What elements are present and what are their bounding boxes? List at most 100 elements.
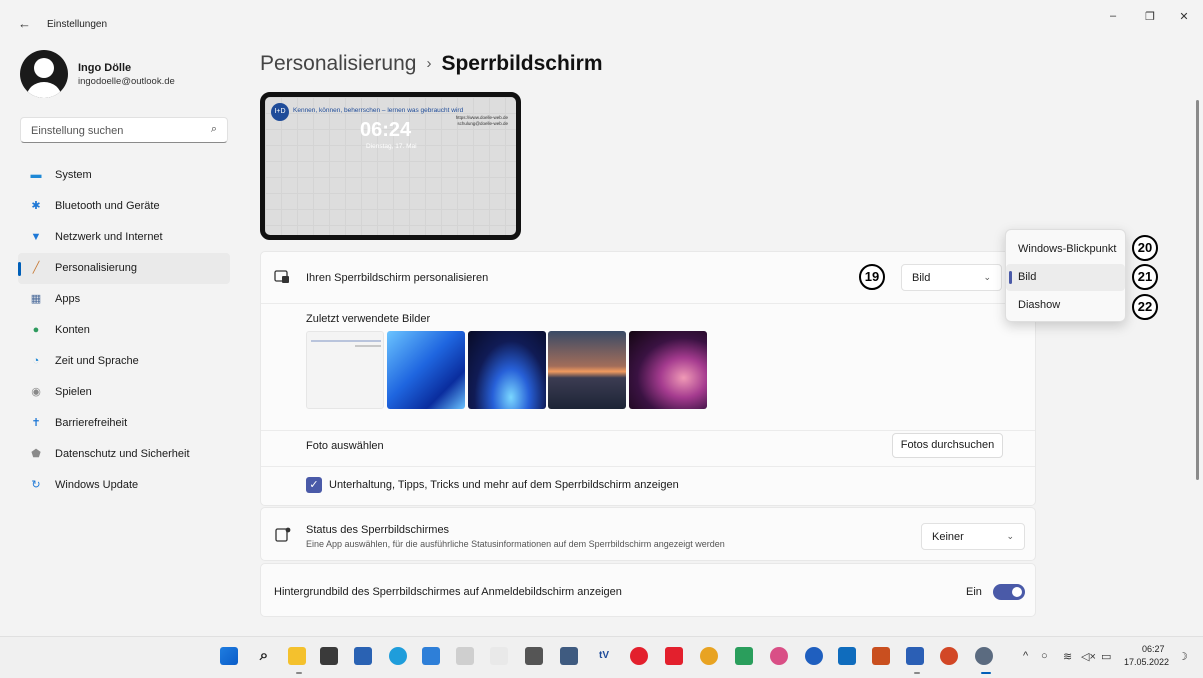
- preview-time: 06:24: [360, 119, 412, 141]
- vodafone-icon[interactable]: [630, 647, 648, 665]
- sidebar-item-spielen[interactable]: ◉ Spielen: [18, 377, 230, 408]
- menu-item-windows-spotlight[interactable]: Windows-Blickpunkt: [1006, 236, 1125, 263]
- search-input[interactable]: Einstellung suchen ⌕: [20, 117, 228, 143]
- personalize-dropdown-menu: Windows-Blickpunkt Bild Diashow: [1005, 229, 1126, 322]
- lockscreen-icon: [274, 270, 289, 283]
- user-email: ingodoelle@outlook.de: [78, 76, 175, 87]
- sidebar-nav: ▬ System ✱ Bluetooth und Geräte ▼ Netzwerk un…: [18, 160, 230, 501]
- maximize-button[interactable]: ❐: [1140, 10, 1160, 23]
- sidebar-item-netzwerk-und-internet[interactable]: ▼ Netzwerk und Internet: [18, 222, 230, 253]
- toggle-state-label: Ein: [966, 586, 982, 598]
- chevron-down-icon: ⌄: [1006, 531, 1014, 541]
- sidebar-item-label: System: [55, 169, 92, 181]
- back-arrow-icon[interactable]: ←: [18, 16, 31, 31]
- start-icon[interactable]: [220, 647, 238, 665]
- tv-app-icon[interactable]: tV: [595, 647, 613, 665]
- page-title: Sperrbildschirm: [441, 52, 603, 75]
- app-icon-blue[interactable]: [805, 647, 823, 665]
- sidebar-item-personalisierung[interactable]: ╱ Personalisierung: [18, 253, 230, 284]
- bluetooth-icon: ✱: [31, 200, 41, 212]
- brand-logo-icon: I+D: [271, 103, 289, 121]
- lockscreen-preview: I+D Kennen, können, beherrschen – lernen…: [260, 92, 521, 240]
- personalize-dropdown[interactable]: Bild ⌄: [901, 264, 1002, 291]
- update-icon: ↻: [31, 479, 41, 491]
- app-icon-colorful[interactable]: [872, 647, 890, 665]
- volume-icon[interactable]: ◁×: [1081, 650, 1096, 663]
- file-explorer-icon[interactable]: [288, 647, 306, 665]
- menu-item-picture[interactable]: Bild: [1006, 264, 1125, 291]
- wifi-icon: ▼: [30, 231, 42, 243]
- notification-icon[interactable]: ☽: [1178, 650, 1188, 663]
- word-icon[interactable]: [906, 647, 924, 665]
- tray-overflow-icon[interactable]: ^: [1023, 650, 1028, 662]
- person-icon: ●: [32, 324, 40, 336]
- globe-clock-icon: ◔: [32, 355, 40, 367]
- callout-21: 21: [1132, 264, 1158, 290]
- breadcrumb-parent[interactable]: Personalisierung: [260, 52, 416, 75]
- tray-status-icon[interactable]: ○: [1041, 650, 1048, 662]
- callout-20: 20: [1132, 235, 1158, 261]
- sidebar-item-bluetooth-und-geräte[interactable]: ✱ Bluetooth und Geräte: [18, 191, 230, 222]
- sidebar-item-datenschutz-und-sicherheit[interactable]: ⬟ Datenschutz und Sicherheit: [18, 439, 230, 470]
- avatar[interactable]: [20, 50, 68, 98]
- preview-slogan: Kennen, können, beherrschen – lernen was…: [293, 107, 464, 114]
- sparkasse-icon[interactable]: [665, 647, 683, 665]
- status-app-icon: [275, 527, 291, 542]
- pen-tool-icon[interactable]: [490, 647, 508, 665]
- remote-app-icon[interactable]: [354, 647, 372, 665]
- image-viewer-icon[interactable]: [525, 647, 543, 665]
- sidebar-item-barrierefreiheit[interactable]: ✝ Barrierefreiheit: [18, 408, 230, 439]
- wifi-icon[interactable]: ≋: [1063, 650, 1072, 663]
- tips-checkbox-label: Unterhaltung, Tipps, Tricks und mehr auf…: [329, 479, 679, 491]
- sidebar-item-windows-update[interactable]: ↻ Windows Update: [18, 470, 230, 501]
- tips-checkbox[interactable]: ✓: [306, 477, 322, 493]
- status-title: Status des Sperrbildschirmes: [306, 524, 450, 536]
- outlook-icon[interactable]: [838, 647, 856, 665]
- sidebar-item-label: Spielen: [55, 386, 92, 398]
- shield-icon: ⬟: [31, 448, 41, 460]
- edge-icon[interactable]: [389, 647, 407, 665]
- recent-image-3[interactable]: [468, 331, 546, 409]
- calculator-icon[interactable]: [560, 647, 578, 665]
- choose-photo-label: Foto auswählen: [306, 440, 384, 452]
- signin-background-toggle[interactable]: [993, 584, 1025, 600]
- sidebar-item-system[interactable]: ▬ System: [18, 160, 230, 191]
- minimize-button[interactable]: –: [1103, 10, 1123, 22]
- chrome-icon[interactable]: [700, 647, 718, 665]
- clock-time[interactable]: 06:27: [1142, 644, 1165, 654]
- close-button[interactable]: ✕: [1174, 10, 1194, 23]
- status-dropdown[interactable]: Keiner ⌄: [921, 523, 1025, 550]
- search-placeholder: Einstellung suchen: [31, 125, 124, 137]
- personalize-label: Ihren Sperrbildschirm personalisieren: [306, 272, 489, 284]
- callout-19: 19: [859, 264, 885, 290]
- app-icon-generic[interactable]: [456, 647, 474, 665]
- search-icon[interactable]: ⌕: [255, 647, 273, 665]
- browse-photos-button[interactable]: Fotos durchsuchen: [892, 433, 1003, 458]
- sidebar-item-zeit-und-sprache[interactable]: ◔ Zeit und Sprache: [18, 346, 230, 377]
- powerpoint-icon[interactable]: [940, 647, 958, 665]
- chevron-down-icon: ⌄: [983, 272, 991, 282]
- terminal-icon[interactable]: [320, 647, 338, 665]
- apps-icon: ▦: [30, 293, 42, 305]
- recent-image-4[interactable]: [548, 331, 626, 409]
- sidebar-item-apps[interactable]: ▦ Apps: [18, 284, 230, 315]
- photos-icon[interactable]: [422, 647, 440, 665]
- settings-gear-icon[interactable]: [975, 647, 993, 665]
- signin-background-label: Hintergrundbild des Sperrbildschirmes au…: [274, 586, 622, 598]
- scrollbar[interactable]: [1196, 100, 1199, 480]
- sidebar-item-label: Windows Update: [55, 479, 139, 491]
- recent-image-2[interactable]: [387, 331, 465, 409]
- active-indicator: [18, 262, 21, 276]
- recent-image-5[interactable]: [629, 331, 707, 409]
- sidebar-item-label: Konten: [55, 324, 90, 336]
- sidebar-item-konten[interactable]: ● Konten: [18, 315, 230, 346]
- battery-icon[interactable]: ▭: [1101, 650, 1111, 663]
- app-icon-green[interactable]: [735, 647, 753, 665]
- clock-date[interactable]: 17.05.2022: [1124, 657, 1169, 667]
- preview-date: Dienstag, 17. Mai: [366, 143, 417, 150]
- recent-image-1[interactable]: [306, 331, 384, 409]
- title-bar: ← Einstellungen – ❐ ✕: [0, 0, 1203, 40]
- brush-icon: ╱: [32, 262, 40, 274]
- app-icon-pink[interactable]: [770, 647, 788, 665]
- menu-item-slideshow[interactable]: Diashow: [1006, 292, 1125, 319]
